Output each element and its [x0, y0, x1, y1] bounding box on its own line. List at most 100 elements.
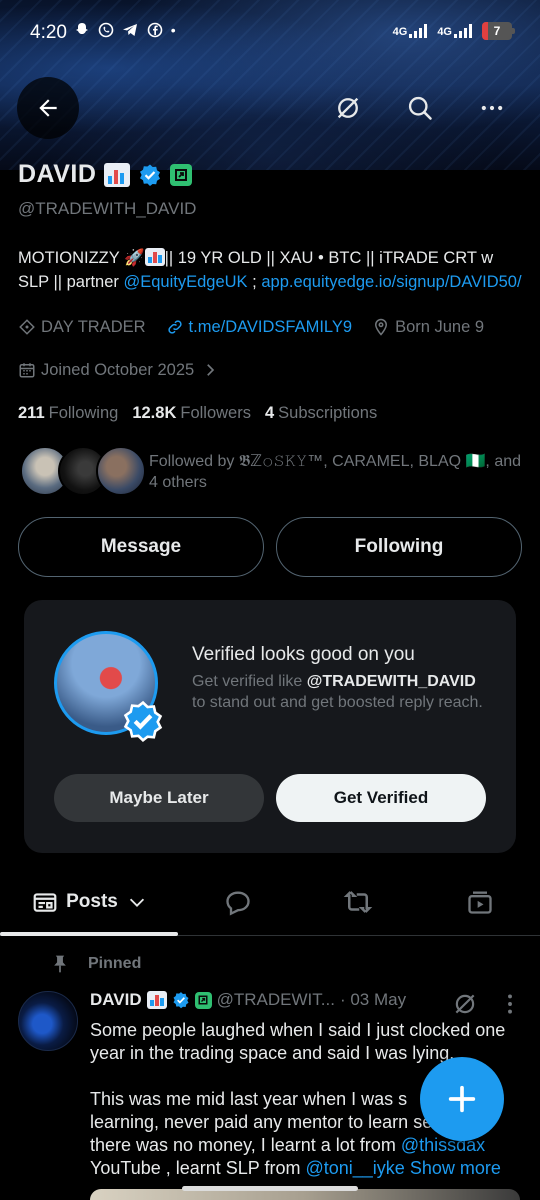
- show-more-link[interactable]: Show more: [410, 1158, 501, 1178]
- category-label: DAY TRADER: [41, 317, 146, 336]
- born-label: Born June 9: [395, 317, 485, 336]
- tab-posts[interactable]: Posts: [0, 870, 180, 934]
- bio-separator: ;: [247, 273, 262, 291]
- following-stat[interactable]: 211 Following: [18, 404, 118, 423]
- battery-level: 7: [493, 24, 501, 38]
- post-grok-button[interactable]: [452, 991, 478, 1022]
- grok-button[interactable]: [317, 77, 379, 139]
- bio-mention-link[interactable]: @EquityEdgeUK: [124, 273, 248, 291]
- verify-desc-suffix: to stand out and get boosted reply reach…: [192, 694, 483, 711]
- post-date: · 03 May: [339, 990, 407, 1009]
- post-header[interactable]: DAVID @TRADEWIT... · 03 May: [90, 990, 406, 1010]
- message-button[interactable]: Message: [18, 517, 264, 577]
- followers-count: 12.8K: [132, 404, 177, 422]
- verify-desc-handle: @TRADEWITH_DAVID: [306, 673, 476, 690]
- post-text-fragment: learning, never paid any mentor to learn: [90, 1112, 409, 1132]
- calendar-icon: [19, 363, 35, 378]
- verified-badge-icon[interactable]: [138, 163, 162, 187]
- joined-item[interactable]: Joined October 2025: [18, 361, 219, 380]
- post-author-name[interactable]: DAVID: [90, 990, 142, 1010]
- whatsapp-icon: [98, 22, 114, 38]
- profile-tabs: Posts: [0, 870, 540, 936]
- profile-stats: 211 Following 12.8K Followers 4 Subscriptio…: [18, 404, 377, 423]
- post-text-fragment: there was no money, I learnt a lot from: [90, 1135, 401, 1155]
- affiliate-badge-icon[interactable]: [170, 163, 193, 186]
- search-button[interactable]: [389, 77, 451, 139]
- post-author-handle: @TRADEWIT...: [216, 990, 335, 1009]
- verify-desc-prefix: Get verified like: [192, 673, 307, 690]
- post-text-fragment: YouTube , learnt SLP from: [90, 1158, 306, 1178]
- website-link[interactable]: t.me/DAVIDSFAMILY9: [189, 318, 353, 337]
- compose-plus-icon: [448, 1085, 476, 1113]
- status-right: 4G 4G 7: [393, 22, 515, 40]
- grok-icon: [337, 97, 359, 119]
- snapchat-icon: [76, 23, 88, 34]
- get-verified-button[interactable]: Get Verified: [276, 774, 486, 822]
- followed-by-text[interactable]: Followed by 𝕭ℤ𝚘𝚂𝙺𝚈™, CARAMEL, BLAQ 🇳🇬, a…: [149, 451, 529, 493]
- status-bar: 4:20 • 4G 4G 7: [0, 18, 540, 50]
- media-tab-icon: [468, 891, 492, 914]
- verify-card-title: Verified looks good on you: [192, 644, 415, 665]
- post-mention-link[interactable]: @toni__iyke: [305, 1158, 404, 1178]
- pinned-label-row: Pinned: [50, 954, 141, 974]
- facebook-icon: [147, 22, 162, 38]
- pinned-label: Pinned: [88, 955, 142, 972]
- website-item[interactable]: t.me/DAVIDSFAMILY9: [166, 318, 353, 337]
- profile-name-row: DAVID: [18, 160, 193, 189]
- following-label: Following: [48, 404, 119, 422]
- replies-tab-icon: [226, 891, 250, 916]
- category-icon: [19, 319, 35, 335]
- verification-prompt-card: Verified looks good on you Get verified …: [24, 600, 516, 853]
- home-indicator[interactable]: [182, 1186, 358, 1191]
- verified-badge-icon: [173, 992, 189, 1009]
- network-2: 4G: [437, 24, 472, 38]
- bio-text-part1: MOTIONIZZY 🚀: [18, 249, 145, 267]
- chart-emoji-icon: [146, 991, 167, 1009]
- tab-media[interactable]: [420, 870, 540, 934]
- avatar[interactable]: [18, 991, 78, 1051]
- back-arrow-icon: [39, 99, 57, 117]
- maybe-later-button[interactable]: Maybe Later: [54, 774, 264, 822]
- more-vertical-icon: [508, 994, 512, 1014]
- chevron-down-icon[interactable]: [126, 891, 148, 913]
- network-1-label: 4G: [392, 26, 408, 38]
- chevron-right-icon: [207, 364, 215, 376]
- active-tab-indicator: [0, 932, 178, 936]
- followed-by-avatars[interactable]: [20, 446, 146, 496]
- pin-icon: [54, 955, 66, 973]
- verify-card-description: Get verified like @TRADEWITH_DAVID to st…: [192, 671, 492, 713]
- joined-row[interactable]: Joined October 2025: [18, 358, 239, 382]
- category-item: DAY TRADER: [18, 318, 146, 337]
- profile-display-name: DAVID: [18, 160, 97, 188]
- profile-bio: MOTIONIZZY 🚀 || 19 YR OLD || XAU • BTC ||…: [18, 246, 523, 294]
- grok-icon: [455, 994, 475, 1014]
- verified-badge-icon: [123, 700, 163, 742]
- more-options-button[interactable]: [461, 77, 523, 139]
- subscriptions-count: 4: [264, 404, 275, 422]
- following-count: 211: [18, 404, 45, 422]
- search-icon: [408, 96, 432, 120]
- joined-label: Joined October 2025: [41, 360, 195, 379]
- avatar[interactable]: [96, 446, 146, 496]
- notification-icons: •: [74, 22, 180, 42]
- post-more-button[interactable]: [500, 991, 520, 1022]
- battery-indicator: 7: [482, 22, 515, 40]
- followers-stat[interactable]: 12.8K Followers: [132, 404, 251, 423]
- bio-url-link[interactable]: app.equityedge.io/signup/DAVID50/: [261, 273, 521, 291]
- followers-label: Followers: [180, 404, 251, 422]
- affiliate-badge-icon: [194, 991, 212, 1009]
- tab-reposts[interactable]: [296, 870, 420, 934]
- tab-replies[interactable]: [180, 870, 296, 934]
- bio-chart-emoji-icon: [144, 248, 165, 266]
- post-text-fragment: This was me mid last year when I was s: [90, 1089, 408, 1109]
- profile-meta-row: DAY TRADER t.me/DAVIDSFAMILY9 Born June …: [18, 315, 504, 339]
- network-1: 4G: [393, 24, 428, 38]
- back-button[interactable]: [17, 77, 79, 139]
- link-icon: [167, 320, 182, 334]
- compose-post-button[interactable]: [420, 1057, 504, 1141]
- subscriptions-label: Subscriptions: [278, 404, 378, 422]
- subscriptions-stat[interactable]: 4 Subscriptions: [265, 404, 377, 423]
- more-icon: [481, 105, 503, 111]
- status-time: 4:20: [30, 22, 67, 43]
- following-button[interactable]: Following: [276, 517, 522, 577]
